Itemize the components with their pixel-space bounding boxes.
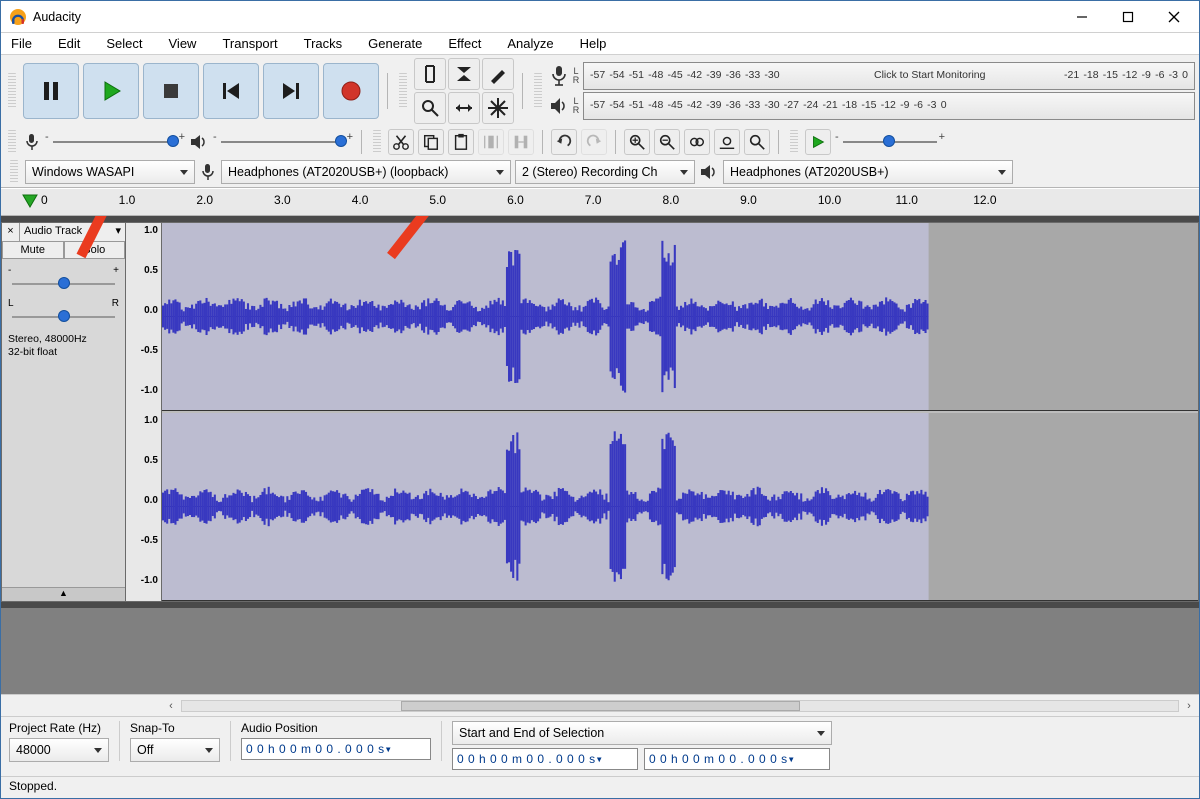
- track-control-panel: × Audio Track▾ Mute Solo -+ LR Stereo, 4…: [2, 223, 126, 601]
- solo-button[interactable]: Solo: [64, 241, 126, 259]
- audio-position-label: Audio Position: [241, 721, 431, 735]
- snap-to-label: Snap-To: [130, 721, 220, 735]
- selection-tool[interactable]: [414, 58, 446, 90]
- tools-toolbar: [414, 58, 514, 124]
- zoom-tool[interactable]: [414, 92, 446, 124]
- track-collapse-button[interactable]: ▲: [2, 587, 125, 601]
- redo-button[interactable]: [581, 129, 607, 155]
- menu-file[interactable]: File: [7, 34, 36, 53]
- track-menu-button[interactable]: Audio Track▾: [20, 223, 125, 241]
- pause-button[interactable]: [23, 63, 79, 119]
- draw-tool[interactable]: [482, 58, 514, 90]
- mic-icon[interactable]: [549, 64, 569, 88]
- menu-effect[interactable]: Effect: [444, 34, 485, 53]
- play-volume-slider[interactable]: -+: [213, 132, 353, 152]
- selection-mode-combo[interactable]: Start and End of Selection: [452, 721, 832, 745]
- status-bar: Stopped.: [1, 776, 1199, 798]
- timeshift-tool[interactable]: [448, 92, 480, 124]
- track-info: Stereo, 48000Hz 32-bit float: [2, 327, 125, 365]
- mic-icon: [199, 162, 217, 182]
- play-volume-icon: [189, 132, 209, 152]
- play-device-combo[interactable]: Headphones (AT2020USB+): [723, 160, 1013, 184]
- app-icon: [9, 8, 27, 26]
- fit-selection-button[interactable]: [684, 129, 710, 155]
- maximize-button[interactable]: [1105, 2, 1151, 32]
- multi-tool[interactable]: [482, 92, 514, 124]
- speaker-icon: [699, 162, 719, 182]
- play-button[interactable]: [83, 63, 139, 119]
- menu-analyze[interactable]: Analyze: [503, 34, 557, 53]
- zoom-in-button[interactable]: [624, 129, 650, 155]
- undo-button[interactable]: [551, 129, 577, 155]
- track-pan-slider[interactable]: [8, 309, 119, 325]
- cut-button[interactable]: [388, 129, 414, 155]
- snap-to-combo[interactable]: Off: [130, 738, 220, 762]
- trim-button[interactable]: [478, 129, 504, 155]
- rec-channels-combo[interactable]: 2 (Stereo) Recording Ch: [515, 160, 695, 184]
- menu-view[interactable]: View: [165, 34, 201, 53]
- menu-tracks[interactable]: Tracks: [300, 34, 347, 53]
- menu-help[interactable]: Help: [576, 34, 611, 53]
- rec-volume-slider[interactable]: -+: [45, 132, 185, 152]
- minimize-button[interactable]: [1059, 2, 1105, 32]
- waveform-display[interactable]: [162, 223, 1198, 601]
- status-text: Stopped.: [9, 779, 57, 793]
- toolbars: LR -57 -54 -51 -48 -45 -42 -39 -36 -33 -…: [1, 55, 1199, 188]
- skip-start-button[interactable]: [203, 63, 259, 119]
- selection-toolbar: Project Rate (Hz) 48000 Snap-To Off Audi…: [1, 716, 1199, 776]
- audio-host-combo[interactable]: Windows WASAPI: [25, 160, 195, 184]
- zoom-toggle-button[interactable]: [744, 129, 770, 155]
- play-at-speed-button[interactable]: [805, 129, 831, 155]
- timeline-ruler[interactable]: 01.02.03.04.05.06.07.08.09.010.011.012.0: [1, 188, 1199, 216]
- speaker-icon[interactable]: [549, 94, 569, 118]
- window-title: Audacity: [33, 10, 81, 24]
- menubar: File Edit Select View Transport Tracks G…: [1, 33, 1199, 55]
- audio-position-spin[interactable]: 0 0 h 0 0 m 0 0 . 0 0 0 s▾: [241, 738, 431, 760]
- selection-start-spin[interactable]: 0 0 h 0 0 m 0 0 . 0 0 0 s▾: [452, 748, 638, 770]
- project-rate-combo[interactable]: 48000: [9, 738, 109, 762]
- vertical-scale[interactable]: 1.0 0.5 0.0 -0.5 -1.0 1.0 0.5 0.0 -0.5 -…: [126, 223, 162, 601]
- silence-button[interactable]: [508, 129, 534, 155]
- stop-button[interactable]: [143, 63, 199, 119]
- track-gain-slider[interactable]: [8, 276, 119, 292]
- mute-button[interactable]: Mute: [2, 241, 64, 259]
- paste-button[interactable]: [448, 129, 474, 155]
- rec-volume-icon: [23, 132, 41, 152]
- project-rate-label: Project Rate (Hz): [9, 721, 109, 735]
- track-row: × Audio Track▾ Mute Solo -+ LR Stereo, 4…: [1, 222, 1199, 602]
- fit-project-button[interactable]: [714, 129, 740, 155]
- menu-transport[interactable]: Transport: [218, 34, 281, 53]
- play-meter[interactable]: -57 -54 -51 -48 -45 -42 -39 -36 -33 -30 …: [583, 92, 1195, 120]
- zoom-out-button[interactable]: [654, 129, 680, 155]
- record-button[interactable]: [323, 63, 379, 119]
- menu-generate[interactable]: Generate: [364, 34, 426, 53]
- selection-end-spin[interactable]: 0 0 h 0 0 m 0 0 . 0 0 0 s▾: [644, 748, 830, 770]
- horizontal-scrollbar[interactable]: ‹ ›: [1, 694, 1199, 716]
- close-button[interactable]: [1151, 2, 1197, 32]
- record-meter[interactable]: -57 -54 -51 -48 -45 -42 -39 -36 -33 -30 …: [583, 62, 1195, 90]
- track-close-button[interactable]: ×: [2, 223, 20, 241]
- envelope-tool[interactable]: [448, 58, 480, 90]
- play-speed-slider[interactable]: -+: [835, 132, 945, 152]
- copy-button[interactable]: [418, 129, 444, 155]
- titlebar: Audacity: [1, 1, 1199, 33]
- track-area: × Audio Track▾ Mute Solo -+ LR Stereo, 4…: [1, 216, 1199, 694]
- skip-end-button[interactable]: [263, 63, 319, 119]
- menu-select[interactable]: Select: [102, 34, 146, 53]
- rec-device-combo[interactable]: Headphones (AT2020USB+) (loopback): [221, 160, 511, 184]
- menu-edit[interactable]: Edit: [54, 34, 84, 53]
